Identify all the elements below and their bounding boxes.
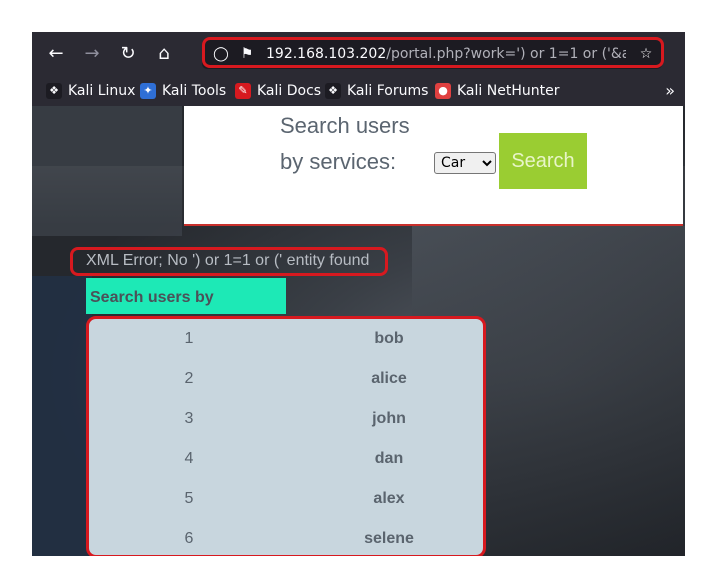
- back-arrow-icon[interactable]: ←: [44, 42, 68, 66]
- user-id-cell: 6: [184, 530, 194, 547]
- table-row: 4 dan: [89, 439, 483, 479]
- xml-error-message: XML Error; No ') or 1=1 or (' entity fou…: [86, 252, 370, 269]
- background-image-region: [32, 276, 92, 556]
- user-name-cell: dan: [374, 450, 404, 467]
- bookmark-label: Kali Linux: [68, 83, 136, 99]
- table-row: 1 bob: [89, 319, 483, 359]
- results-table: 1 bob 2 alice 3 john 4 dan 5 alex 6 sele…: [86, 316, 486, 556]
- search-title-line1: Search users: [280, 113, 410, 138]
- navigation-bar: ← → ↻ ⌂ ◯ ⚑ 192.168.103.202/portal.php?w…: [32, 32, 685, 76]
- search-panel: Search users by services: Car Search: [184, 106, 683, 226]
- kali-forums-icon: ❖: [325, 83, 341, 99]
- search-title: Search users by services:: [280, 108, 430, 180]
- url-host: 192.168.103.202: [266, 46, 387, 62]
- user-name-cell: bob: [374, 330, 404, 347]
- table-row: 6 selene: [89, 519, 483, 556]
- user-name-cell: john: [372, 410, 406, 427]
- bookmark-kali-nethunter[interactable]: ● Kali NetHunter: [435, 82, 559, 100]
- user-name-cell: alex: [373, 490, 405, 507]
- shield-icon[interactable]: ◯: [212, 45, 230, 63]
- insecure-lock-icon[interactable]: ⚑: [238, 45, 256, 63]
- bookmark-label: Kali NetHunter: [457, 83, 560, 99]
- star-icon[interactable]: ☆: [637, 45, 655, 63]
- url-text[interactable]: 192.168.103.202/portal.php?work=') or 1=…: [266, 45, 626, 63]
- nethunter-icon: ●: [435, 83, 451, 99]
- home-icon[interactable]: ⌂: [152, 42, 176, 66]
- user-id-cell: 4: [184, 450, 194, 467]
- kali-tools-icon: ✦: [140, 83, 156, 99]
- results-label: Search users by services:: [86, 278, 286, 346]
- user-id-cell: 5: [184, 490, 194, 507]
- service-select[interactable]: Car: [434, 152, 496, 174]
- bookmarks-overflow-icon[interactable]: »: [665, 81, 675, 100]
- bookmark-kali-forums[interactable]: ❖ Kali Forums: [325, 82, 428, 100]
- page-content: Search users by services: Car Search XML…: [32, 106, 685, 556]
- bookmark-kali-docs[interactable]: ✎ Kali Docs: [235, 82, 321, 100]
- table-row: 3 john: [89, 399, 483, 439]
- url-path: /portal.php?work=') or 1=1 or ('&action: [386, 46, 626, 62]
- bookmark-label: Kali Docs: [257, 83, 322, 99]
- reload-icon[interactable]: ↻: [116, 42, 140, 66]
- browser-window: ← → ↻ ⌂ ◯ ⚑ 192.168.103.202/portal.php?w…: [32, 32, 685, 556]
- table-row: 5 alex: [89, 479, 483, 519]
- url-bar[interactable]: ◯ ⚑ 192.168.103.202/portal.php?work=') o…: [202, 39, 662, 69]
- bookmark-label: Kali Forums: [347, 83, 429, 99]
- search-button[interactable]: Search: [499, 133, 587, 189]
- user-name-cell: selene: [364, 530, 414, 547]
- user-id-cell: 1: [184, 330, 194, 347]
- user-name-cell: alice: [371, 370, 407, 387]
- kali-dragon-icon: ❖: [46, 83, 62, 99]
- user-id-cell: 3: [184, 410, 194, 427]
- table-row: 2 alice: [89, 359, 483, 399]
- user-id-cell: 2: [184, 370, 194, 387]
- bookmark-kali-linux[interactable]: ❖ Kali Linux: [46, 82, 135, 100]
- bookmarks-bar: ❖ Kali Linux ✦ Kali Tools ✎ Kali Docs ❖ …: [32, 76, 685, 106]
- bookmark-kali-tools[interactable]: ✦ Kali Tools: [140, 82, 226, 100]
- search-title-line2: by services:: [280, 149, 397, 174]
- kali-docs-icon: ✎: [235, 83, 251, 99]
- bookmark-label: Kali Tools: [162, 83, 227, 99]
- forward-arrow-icon[interactable]: →: [80, 42, 104, 66]
